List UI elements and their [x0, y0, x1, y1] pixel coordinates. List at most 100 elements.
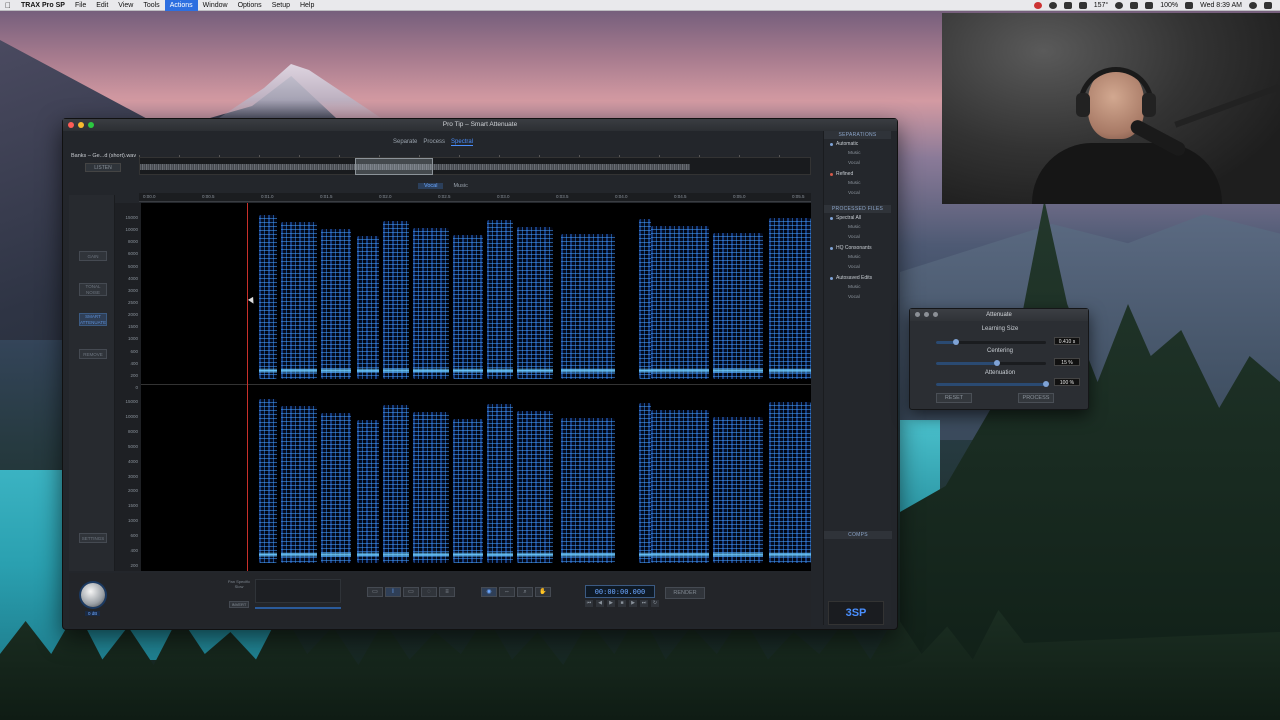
hand-icon[interactable]: ✋	[535, 587, 551, 597]
close-icon[interactable]	[915, 312, 920, 317]
spectrogram-channel-left[interactable]	[141, 203, 811, 385]
window-titlebar[interactable]: Pro Tip – Smart Attenuate	[63, 119, 897, 131]
list-item[interactable]: Vocal	[824, 263, 891, 273]
freq-select-icon[interactable]: ▭	[403, 587, 419, 597]
list-item[interactable]: Music	[824, 283, 891, 293]
spectral-energy	[383, 405, 409, 563]
menu-options[interactable]: Options	[233, 0, 267, 11]
learning-size-value[interactable]: 0.410 s	[1054, 337, 1080, 345]
invert-button[interactable]: INVERT	[229, 601, 249, 608]
slider-thumb[interactable]	[1043, 381, 1049, 387]
list-item[interactable]: Vocal	[824, 159, 891, 169]
reset-button[interactable]: RESET	[936, 393, 972, 403]
minimize-icon[interactable]	[78, 122, 84, 128]
list-item[interactable]: Vocal	[824, 189, 891, 199]
list-item[interactable]: Vocal	[824, 233, 891, 243]
volume-icon[interactable]	[1145, 1, 1154, 9]
listen-button[interactable]: LISTEN	[85, 163, 121, 172]
battery-percent[interactable]: 100%	[1160, 2, 1178, 9]
tonal-noise-button[interactable]: TONAL NOISE	[79, 283, 107, 296]
remove-button[interactable]: REMOVE	[79, 349, 107, 359]
display-icon[interactable]	[1078, 1, 1087, 9]
centering-value[interactable]: 15 %	[1054, 358, 1080, 366]
loop-icon[interactable]: ↻	[651, 600, 659, 607]
separation-automatic[interactable]: Automatic	[824, 139, 891, 149]
output-gain-knob[interactable]	[81, 583, 105, 607]
spotlight-icon[interactable]	[1249, 1, 1257, 9]
gain-button[interactable]: GAIN	[79, 251, 107, 261]
forward-icon[interactable]: ▶	[629, 600, 637, 607]
spectrogram[interactable]	[141, 203, 811, 571]
magnify-icon[interactable]: ⌕	[517, 587, 533, 597]
attenuation-slider[interactable]	[936, 381, 1049, 387]
zoom-tool-icon[interactable]: ◉	[481, 587, 497, 597]
record-icon[interactable]	[1033, 1, 1042, 9]
slider-thumb[interactable]	[952, 339, 959, 345]
processed-autosaved-edits[interactable]: Autosaved Edits	[824, 273, 891, 283]
slider-thumb[interactable]	[993, 360, 1000, 366]
spectrogram-channel-right[interactable]	[141, 387, 811, 569]
process-button[interactable]: PROCESS	[1018, 393, 1054, 403]
timeline-ruler[interactable]: 0:00.0 0:00.5 0:01.0 0:01.5 0:02.0 0:02.5 0:03…	[139, 193, 811, 202]
tab-spectral[interactable]: Spectral	[451, 139, 474, 146]
tab-process[interactable]: Process	[423, 139, 445, 146]
processed-hq-consonants[interactable]: HQ Consonants	[824, 243, 891, 253]
play-icon[interactable]: ▶	[607, 600, 615, 607]
attenuation-value[interactable]: 100 %	[1054, 378, 1080, 386]
pan-slider[interactable]	[255, 607, 341, 609]
tab-vocal[interactable]: Vocal	[418, 183, 444, 189]
smart-attenuate-button[interactable]: SMART ATTENUATE	[79, 313, 107, 326]
frequency-axis: 15000 10000 8000 6000 5000 4000 3000 2500 2000 15…	[115, 203, 141, 571]
end-icon[interactable]: ⏭	[640, 600, 648, 607]
zoom-icon[interactable]	[88, 122, 94, 128]
list-item[interactable]: Music	[824, 253, 891, 263]
menu-file[interactable]: File	[70, 0, 91, 11]
battery-icon[interactable]	[1185, 1, 1194, 9]
learning-size-slider[interactable]	[936, 339, 1046, 345]
tab-music[interactable]: Music	[453, 183, 467, 189]
close-icon[interactable]	[68, 122, 74, 128]
separation-refined[interactable]: Refined	[824, 169, 891, 179]
freq-tick: 400	[130, 548, 138, 554]
zoom-icon[interactable]	[933, 312, 938, 317]
menu-setup[interactable]: Setup	[267, 0, 295, 11]
back-icon[interactable]: ◀	[596, 600, 604, 607]
menu-view[interactable]: View	[113, 0, 138, 11]
minimize-icon[interactable]	[924, 312, 929, 317]
clock[interactable]: Wed 8:39 AM	[1200, 2, 1242, 9]
playhead[interactable]	[247, 203, 248, 571]
tab-separate[interactable]: Separate	[393, 139, 417, 146]
menu-help[interactable]: Help	[295, 0, 319, 11]
notification-center-icon[interactable]	[1264, 1, 1272, 9]
harmonic-select-icon[interactable]: ≡	[439, 587, 455, 597]
overview-selection[interactable]	[355, 158, 433, 175]
menu-edit[interactable]: Edit	[91, 0, 113, 11]
render-button[interactable]: RENDER	[665, 587, 705, 599]
processed-spectral-all[interactable]: Spectral All	[824, 213, 891, 223]
transport-bar: 0 dB Pan Specific Slow INVERT ▭ I ▭ ◌ ≡ …	[69, 573, 811, 627]
dropbox-icon[interactable]	[1063, 1, 1072, 9]
menu-actions[interactable]: Actions	[164, 0, 198, 11]
list-item[interactable]: Music	[824, 179, 891, 189]
wifi-icon[interactable]	[1130, 1, 1139, 9]
list-item[interactable]: Vocal	[824, 293, 891, 303]
list-item[interactable]: Music	[824, 223, 891, 233]
waveform-overview[interactable]	[139, 157, 811, 175]
apple-icon[interactable]: 	[0, 1, 16, 10]
settings-button[interactable]: SETTINGS	[79, 533, 107, 543]
lasso-icon[interactable]: ◌	[421, 587, 437, 597]
centering-slider[interactable]	[936, 360, 1046, 366]
menu-app-name[interactable]: TRAX Pro SP	[16, 0, 70, 11]
stop-icon[interactable]: ■	[618, 600, 626, 607]
attenuate-titlebar[interactable]: Attenuate	[910, 309, 1088, 321]
menu-tools[interactable]: Tools	[138, 0, 164, 11]
rect-select-icon[interactable]: ▭	[367, 587, 383, 597]
menu-window[interactable]: Window	[198, 0, 233, 11]
rewind-icon[interactable]: ⏮	[585, 600, 593, 607]
zoom-fit-icon[interactable]: ⇔	[499, 587, 515, 597]
separation-automatic-label: Automatic	[836, 141, 859, 147]
clock-status-icon[interactable]	[1048, 1, 1057, 9]
time-select-icon[interactable]: I	[385, 587, 401, 597]
list-item[interactable]: Music	[824, 149, 891, 159]
bluetooth-icon[interactable]	[1115, 1, 1124, 9]
